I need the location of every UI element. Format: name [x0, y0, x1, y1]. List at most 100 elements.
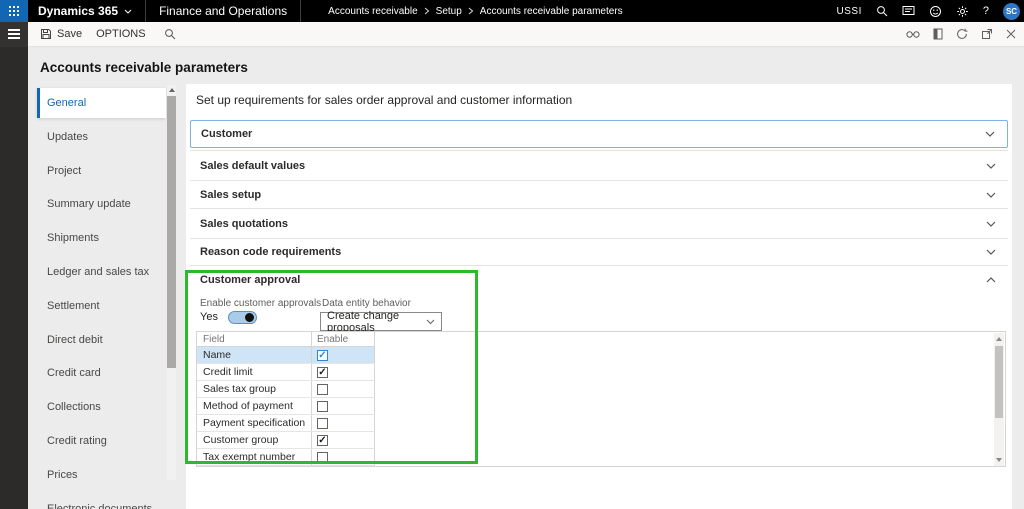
chevron-up-icon — [986, 277, 996, 283]
user-avatar[interactable]: SC — [1003, 3, 1020, 20]
page-body: Accounts receivable parameters General U… — [0, 47, 1024, 509]
hamburger-menu-button[interactable] — [0, 22, 28, 47]
chevron-down-icon — [986, 221, 996, 227]
collapsed-nav-strip[interactable] — [0, 47, 28, 509]
page-title: Accounts receivable parameters — [40, 60, 248, 75]
section-customer[interactable]: Customer — [190, 120, 1008, 148]
feedback-smiley-icon[interactable] — [929, 5, 942, 18]
chevron-down-icon — [986, 163, 996, 169]
dynamics-365-menu[interactable]: Dynamics 365 — [38, 4, 132, 18]
section-customer-approval[interactable]: Customer approval — [190, 265, 1008, 293]
close-icon[interactable] — [1006, 29, 1016, 39]
checkbox-sales-tax-group[interactable] — [317, 384, 328, 395]
checkbox-payment-specification[interactable] — [317, 418, 328, 429]
settings-gear-icon[interactable] — [956, 5, 969, 18]
form-caption: Set up requirements for sales order appr… — [196, 93, 572, 107]
sidebar-item-direct-debit[interactable]: Direct debit — [37, 325, 166, 355]
attachments-icon[interactable] — [933, 28, 943, 40]
checkbox-customer-group[interactable]: ✓ — [317, 435, 328, 446]
section-sales-quotations[interactable]: Sales quotations — [190, 208, 1008, 238]
checkbox-name[interactable]: ✓ — [317, 350, 328, 361]
sidebar-item-updates[interactable]: Updates — [37, 122, 166, 152]
section-sales-setup[interactable]: Sales setup — [190, 180, 1008, 208]
glasses-view-icon[interactable] — [906, 30, 920, 39]
table-row-method-of-payment[interactable]: Method of payment — [197, 398, 375, 415]
toggle-knob — [245, 313, 254, 322]
app-launcher-button[interactable] — [0, 0, 28, 22]
sidebar-scrollbar[interactable] — [167, 85, 176, 480]
sidebar-item-settlement[interactable]: Settlement — [37, 291, 166, 321]
chevron-down-icon — [426, 319, 435, 325]
breadcrumb-area[interactable]: Setup — [436, 6, 462, 17]
content-panel: Set up requirements for sales order appr… — [186, 84, 1012, 509]
action-bar: Save OPTIONS — [0, 22, 1024, 47]
actionbar-search-icon[interactable] — [164, 28, 176, 40]
topbar-right-controls: USSI ? SC — [837, 3, 1020, 20]
checkbox-method-of-payment[interactable] — [317, 401, 328, 412]
toggle-value-text: Yes — [200, 311, 218, 323]
data-entity-behavior-label: Data entity behavior — [322, 298, 411, 309]
sidebar-item-project[interactable]: Project — [37, 156, 166, 186]
top-navigation-bar: Dynamics 365 Finance and Operations Acco… — [0, 0, 1024, 22]
chevron-right-icon — [468, 7, 474, 15]
breadcrumb-module[interactable]: Accounts receivable — [328, 6, 418, 17]
refresh-icon[interactable] — [956, 28, 968, 40]
sidebar-item-ledger-and-sales-tax[interactable]: Ledger and sales tax — [37, 257, 166, 287]
section-sales-default-values[interactable]: Sales default values — [190, 150, 1008, 180]
sidebar-item-credit-card[interactable]: Credit card — [37, 358, 166, 388]
scroll-up-arrow-icon — [169, 88, 175, 92]
column-header-enable: Enable — [312, 332, 375, 346]
checkbox-tax-exempt-number[interactable] — [317, 452, 328, 463]
scrollbar-thumb[interactable] — [995, 346, 1003, 418]
help-button[interactable]: ? — [983, 5, 989, 17]
sidebar-item-credit-rating[interactable]: Credit rating — [37, 426, 166, 456]
scroll-up-arrow-icon — [996, 337, 1002, 341]
chevron-right-icon — [424, 7, 430, 15]
save-button[interactable]: Save — [40, 28, 82, 40]
app-window: Dynamics 365 Finance and Operations Acco… — [0, 0, 1024, 509]
enable-approvals-label: Enable customer approvals — [200, 298, 321, 309]
grid-scrollbar[interactable] — [994, 333, 1004, 466]
grid-header-row: Field Enable — [197, 332, 375, 347]
search-icon[interactable] — [876, 5, 888, 17]
sidebar-item-electronic-documents[interactable]: Electronic documents — [37, 494, 166, 509]
table-row-sales-tax-group[interactable]: Sales tax group — [197, 381, 375, 398]
environment-name: USSI — [837, 6, 862, 17]
messages-icon[interactable] — [902, 5, 915, 17]
table-row-customer-group[interactable]: Customer group ✓ — [197, 432, 375, 449]
sidebar-item-prices[interactable]: Prices — [37, 460, 166, 490]
table-row-payment-specification[interactable]: Payment specification — [197, 415, 375, 432]
grid-table: Field Enable Name ✓ Credit limit ✓ Sales… — [197, 332, 375, 466]
breadcrumb: Accounts receivable Setup Accounts recei… — [328, 6, 623, 17]
chevron-down-icon — [985, 131, 995, 137]
waffle-icon — [9, 6, 20, 17]
product-name: Finance and Operations — [159, 4, 287, 18]
sidebar-item-collections[interactable]: Collections — [37, 392, 166, 422]
sidebar-item-general[interactable]: General — [37, 88, 166, 118]
chevron-down-icon — [124, 9, 132, 14]
column-header-field: Field — [197, 332, 312, 346]
scroll-down-arrow-icon — [996, 458, 1002, 462]
section-reason-code-requirements[interactable]: Reason code requirements — [190, 238, 1008, 265]
divider — [300, 0, 301, 22]
table-row-name[interactable]: Name ✓ — [197, 347, 375, 364]
app-name: Dynamics 365 — [38, 4, 118, 18]
chevron-down-icon — [986, 249, 996, 255]
save-icon — [40, 28, 52, 40]
approval-fields-grid: Field Enable Name ✓ Credit limit ✓ Sales… — [196, 331, 1006, 467]
checkbox-credit-limit[interactable]: ✓ — [317, 367, 328, 378]
sidebar-item-shipments[interactable]: Shipments — [37, 223, 166, 253]
enable-approvals-toggle[interactable] — [228, 311, 257, 324]
scrollbar-thumb[interactable] — [167, 96, 176, 368]
divider — [145, 0, 146, 22]
chevron-down-icon — [986, 192, 996, 198]
options-menu-button[interactable]: OPTIONS — [96, 28, 146, 40]
hamburger-icon — [8, 29, 20, 31]
breadcrumb-page[interactable]: Accounts receivable parameters — [480, 6, 623, 17]
actionbar-right-controls — [906, 28, 1016, 40]
table-row-tax-exempt-number[interactable]: Tax exempt number — [197, 449, 375, 466]
data-entity-behavior-select[interactable]: Create change proposals — [320, 312, 442, 331]
table-row-credit-limit[interactable]: Credit limit ✓ — [197, 364, 375, 381]
sidebar-item-summary-update[interactable]: Summary update — [37, 189, 166, 219]
open-in-new-window-icon[interactable] — [981, 28, 993, 40]
